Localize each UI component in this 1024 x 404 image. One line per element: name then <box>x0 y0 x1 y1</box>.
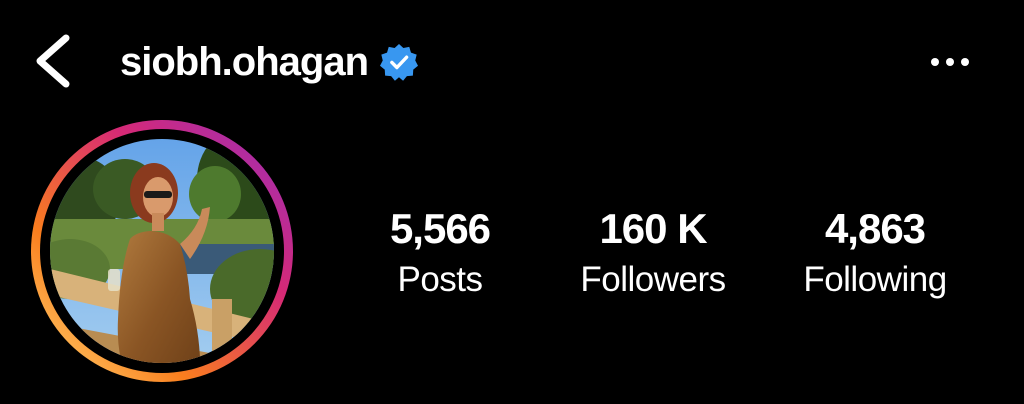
verified-badge-icon <box>380 43 418 81</box>
profile-avatar[interactable] <box>30 119 294 383</box>
profile-screen: siobh.ohagan 5,566 Posts 160 K Followers… <box>0 0 1024 404</box>
posts-stat[interactable]: 5,566 Posts <box>340 200 540 302</box>
followers-stat[interactable]: 160 K Followers <box>553 200 753 302</box>
more-options-button[interactable] <box>926 44 974 80</box>
chevron-left-icon <box>36 34 70 88</box>
followers-count: 160 K <box>599 205 707 252</box>
username: siobh.ohagan <box>120 40 369 84</box>
followers-label: Followers <box>580 260 726 299</box>
profile-photo <box>31 120 293 382</box>
following-label: Following <box>803 260 947 299</box>
posts-count: 5,566 <box>389 205 491 252</box>
username-row: siobh.ohagan <box>120 36 418 88</box>
back-button[interactable] <box>30 30 80 92</box>
more-horizontal-icon <box>931 58 969 66</box>
posts-label: Posts <box>397 260 483 299</box>
following-count: 4,863 <box>824 205 926 252</box>
following-stat[interactable]: 4,863 Following <box>775 200 975 302</box>
